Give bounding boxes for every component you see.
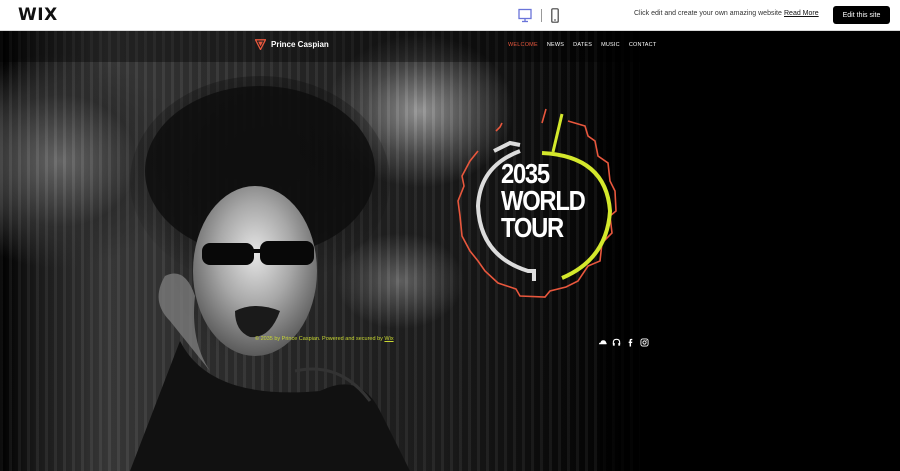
- footer-copyright: © 2035 by Prince Caspian. Powered and se…: [255, 336, 394, 342]
- wix-top-bar: WIX Click edit and create your own amazi…: [0, 0, 900, 31]
- hero-title-line-2: WORLD: [501, 185, 586, 216]
- footer-copyright-text: © 2035 by Prince Caspian. Powered and se…: [255, 336, 385, 342]
- nav-item-welcome[interactable]: WELCOME: [508, 42, 538, 48]
- social-bar: [598, 334, 649, 347]
- hero-title-line-3: TOUR: [501, 212, 564, 243]
- nav-item-contact[interactable]: CONTACT: [629, 42, 657, 48]
- device-separator: [541, 9, 542, 22]
- site-brand[interactable]: Prince Caspian: [255, 39, 329, 50]
- facebook-icon[interactable]: [626, 334, 635, 347]
- hero-title-line-1: 2035: [501, 158, 550, 189]
- nav-item-dates[interactable]: DATES: [573, 42, 592, 48]
- soundcloud-icon[interactable]: [598, 334, 607, 345]
- triangle-logo-icon: [255, 39, 266, 50]
- headphones-icon[interactable]: [612, 334, 621, 346]
- hero-title: 2035 WORLD TOUR: [501, 158, 586, 243]
- brand-name: Prince Caspian: [271, 40, 329, 49]
- mobile-icon[interactable]: [551, 8, 559, 23]
- read-more-link[interactable]: Read More: [784, 10, 819, 17]
- instagram-icon[interactable]: [640, 334, 649, 347]
- right-shade: [600, 31, 900, 471]
- nav-item-music[interactable]: MUSIC: [601, 42, 620, 48]
- wix-logo[interactable]: WIX: [18, 5, 58, 25]
- nav-item-news[interactable]: NEWS: [547, 42, 564, 48]
- site-nav: WELCOME NEWS DATES MUSIC CONTACT: [508, 42, 656, 48]
- artist-portrait-image: [130, 76, 410, 471]
- hero-section: Prince Caspian WELCOME NEWS DATES MUSIC …: [0, 31, 900, 471]
- promo-text: Click edit and create your own amazing w…: [634, 10, 782, 17]
- footer-wix-link[interactable]: Wix: [384, 336, 393, 342]
- site-header: [0, 31, 900, 62]
- edit-site-button[interactable]: Edit this site: [833, 6, 890, 24]
- desktop-icon[interactable]: [518, 8, 532, 23]
